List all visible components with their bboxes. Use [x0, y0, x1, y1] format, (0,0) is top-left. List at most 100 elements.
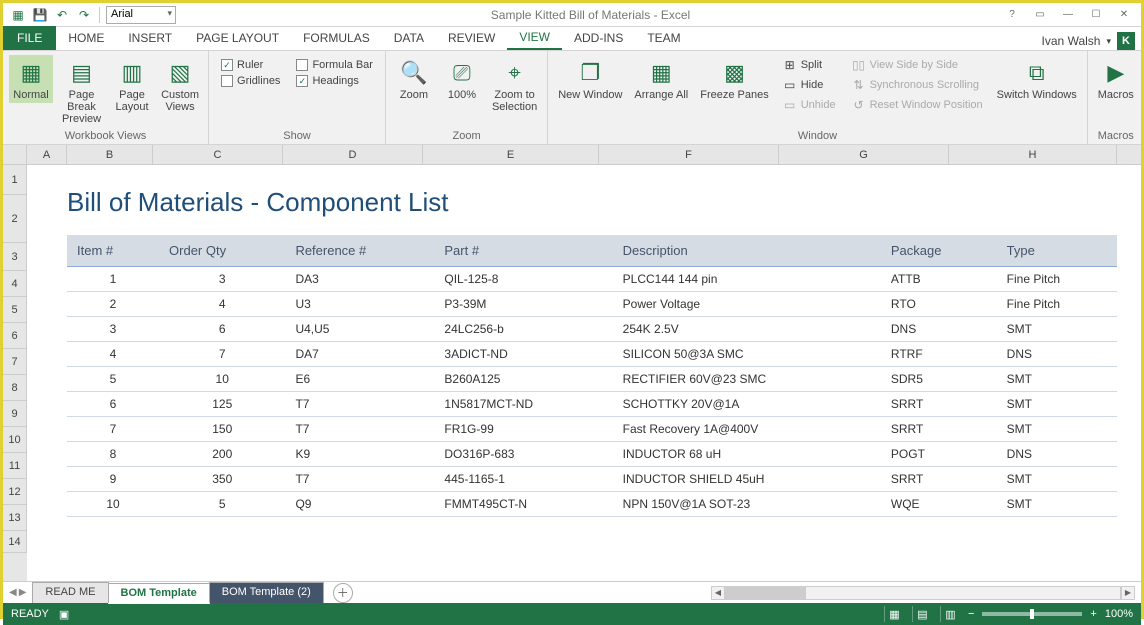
table-cell[interactable]: 5 — [67, 367, 159, 392]
table-cell[interactable]: T7 — [285, 392, 434, 417]
horizontal-scrollbar[interactable]: ◀ ▶ — [711, 586, 1141, 600]
minimize-icon[interactable]: — — [1055, 6, 1081, 24]
scroll-right-icon[interactable]: ▶ — [1121, 586, 1135, 600]
table-cell[interactable]: 150 — [159, 417, 285, 442]
zoom-selection-button[interactable]: ⌖Zoom to Selection — [488, 55, 541, 115]
table-cell[interactable]: SMT — [997, 317, 1117, 342]
table-cell[interactable]: 24LC256-b — [434, 317, 612, 342]
table-cell[interactable]: 2 — [67, 292, 159, 317]
tab-file[interactable]: FILE — [3, 26, 56, 50]
row-header[interactable]: 3 — [3, 243, 27, 271]
row-header[interactable]: 14 — [3, 531, 27, 553]
table-cell[interactable]: T7 — [285, 417, 434, 442]
new-window-button[interactable]: ❐New Window — [554, 55, 626, 103]
maximize-icon[interactable]: ☐ — [1083, 6, 1109, 24]
table-cell[interactable]: U4,U5 — [285, 317, 434, 342]
scroll-thumb[interactable] — [726, 587, 806, 599]
table-cell[interactable]: U3 — [285, 292, 434, 317]
column-header[interactable]: F — [599, 145, 779, 164]
headings-checkbox[interactable]: ✓Headings — [296, 75, 373, 87]
sheet-tab[interactable]: READ ME — [32, 582, 108, 603]
zoom-100-button[interactable]: ⎚100% — [440, 55, 484, 103]
table-row[interactable]: 8200K9DO316P-683INDUCTOR 68 uHPOGTDNS — [67, 442, 1117, 467]
table-cell[interactable]: ATTB — [881, 267, 997, 292]
table-cell[interactable]: DNS — [881, 317, 997, 342]
table-cell[interactable]: K9 — [285, 442, 434, 467]
page-layout-view-icon[interactable]: ▤ — [912, 606, 932, 622]
table-cell[interactable]: 1N5817MCT-ND — [434, 392, 612, 417]
close-icon[interactable]: ✕ — [1111, 6, 1137, 24]
table-cell[interactable]: 445-1165-1 — [434, 467, 612, 492]
row-header[interactable]: 11 — [3, 453, 27, 479]
normal-view-button[interactable]: ▦Normal — [9, 55, 53, 103]
account-area[interactable]: Ivan Walsh▾ K — [1042, 32, 1141, 50]
table-cell[interactable]: 3 — [159, 267, 285, 292]
switch-windows-button[interactable]: ⧉Switch Windows — [993, 55, 1081, 103]
table-cell[interactable]: 1 — [67, 267, 159, 292]
zoom-out-button[interactable]: − — [968, 608, 974, 620]
row-header[interactable]: 2 — [3, 195, 27, 243]
table-cell[interactable]: INDUCTOR 68 uH — [613, 442, 881, 467]
add-sheet-button[interactable]: ＋ — [333, 583, 353, 603]
table-cell[interactable]: B260A125 — [434, 367, 612, 392]
pagebreak-view-icon[interactable]: ▥ — [940, 606, 960, 622]
sheet-tab[interactable]: BOM Template — [108, 583, 210, 604]
table-cell[interactable]: QIL-125-8 — [434, 267, 612, 292]
sheet-next-icon[interactable]: ▶ — [19, 587, 27, 598]
table-cell[interactable]: SMT — [997, 392, 1117, 417]
sheet-nav[interactable]: ◀▶ — [3, 587, 32, 598]
undo-icon[interactable]: ↶ — [53, 6, 71, 24]
table-cell[interactable]: DO316P-683 — [434, 442, 612, 467]
table-cell[interactable]: PLCC144 144 pin — [613, 267, 881, 292]
table-cell[interactable]: SRRT — [881, 467, 997, 492]
row-header[interactable]: 12 — [3, 479, 27, 505]
table-cell[interactable]: 5 — [159, 492, 285, 517]
table-cell[interactable]: Fast Recovery 1A@400V — [613, 417, 881, 442]
table-row[interactable]: 7150T7FR1G-99Fast Recovery 1A@400VSRRTSM… — [67, 417, 1117, 442]
table-cell[interactable]: 10 — [67, 492, 159, 517]
table-cell[interactable]: 125 — [159, 392, 285, 417]
table-cell[interactable]: SMT — [997, 417, 1117, 442]
table-cell[interactable]: 8 — [67, 442, 159, 467]
tab-insert[interactable]: INSERT — [116, 26, 184, 50]
tab-add-ins[interactable]: ADD-INS — [562, 26, 635, 50]
table-cell[interactable]: 350 — [159, 467, 285, 492]
tab-page-layout[interactable]: PAGE LAYOUT — [184, 26, 291, 50]
row-header[interactable]: 5 — [3, 297, 27, 323]
column-header[interactable]: B — [67, 145, 153, 164]
gridlines-checkbox[interactable]: Gridlines — [221, 75, 280, 87]
table-cell[interactable]: 3ADICT-ND — [434, 342, 612, 367]
tab-team[interactable]: TEAM — [635, 26, 692, 50]
table-cell[interactable]: Q9 — [285, 492, 434, 517]
tab-review[interactable]: REVIEW — [436, 26, 507, 50]
table-cell[interactable]: POGT — [881, 442, 997, 467]
table-cell[interactable]: FMMT495CT-N — [434, 492, 612, 517]
table-cell[interactable]: 6 — [159, 317, 285, 342]
table-cell[interactable]: SDR5 — [881, 367, 997, 392]
table-cell[interactable]: INDUCTOR SHIELD 45uH — [613, 467, 881, 492]
row-header[interactable]: 6 — [3, 323, 27, 349]
table-cell[interactable]: DA3 — [285, 267, 434, 292]
column-header[interactable]: G — [779, 145, 949, 164]
table-row[interactable]: 9350T7445-1165-1INDUCTOR SHIELD 45uHSRRT… — [67, 467, 1117, 492]
row-header[interactable]: 13 — [3, 505, 27, 531]
save-icon[interactable]: 💾 — [31, 6, 49, 24]
formula-bar-checkbox[interactable]: Formula Bar — [296, 59, 373, 71]
ribbon-options-icon[interactable]: ▭ — [1027, 6, 1053, 24]
help-icon[interactable]: ? — [999, 6, 1025, 24]
table-cell[interactable]: Fine Pitch — [997, 292, 1117, 317]
pagebreak-preview-button[interactable]: ▤Page Break Preview — [57, 55, 106, 127]
tab-formulas[interactable]: FORMULAS — [291, 26, 382, 50]
hide-button[interactable]: ▭Hide — [783, 77, 836, 93]
table-cell[interactable]: 4 — [159, 292, 285, 317]
arrange-all-button[interactable]: ▦Arrange All — [630, 55, 692, 103]
scroll-track[interactable] — [725, 586, 1121, 600]
table-cell[interactable]: SMT — [997, 367, 1117, 392]
tab-view[interactable]: VIEW — [507, 26, 562, 50]
zoom-level[interactable]: 100% — [1105, 608, 1133, 620]
table-cell[interactable]: SRRT — [881, 417, 997, 442]
table-cell[interactable]: RTO — [881, 292, 997, 317]
table-cell[interactable]: DNS — [997, 442, 1117, 467]
column-header[interactable]: C — [153, 145, 283, 164]
ruler-checkbox[interactable]: ✓Ruler — [221, 59, 280, 71]
